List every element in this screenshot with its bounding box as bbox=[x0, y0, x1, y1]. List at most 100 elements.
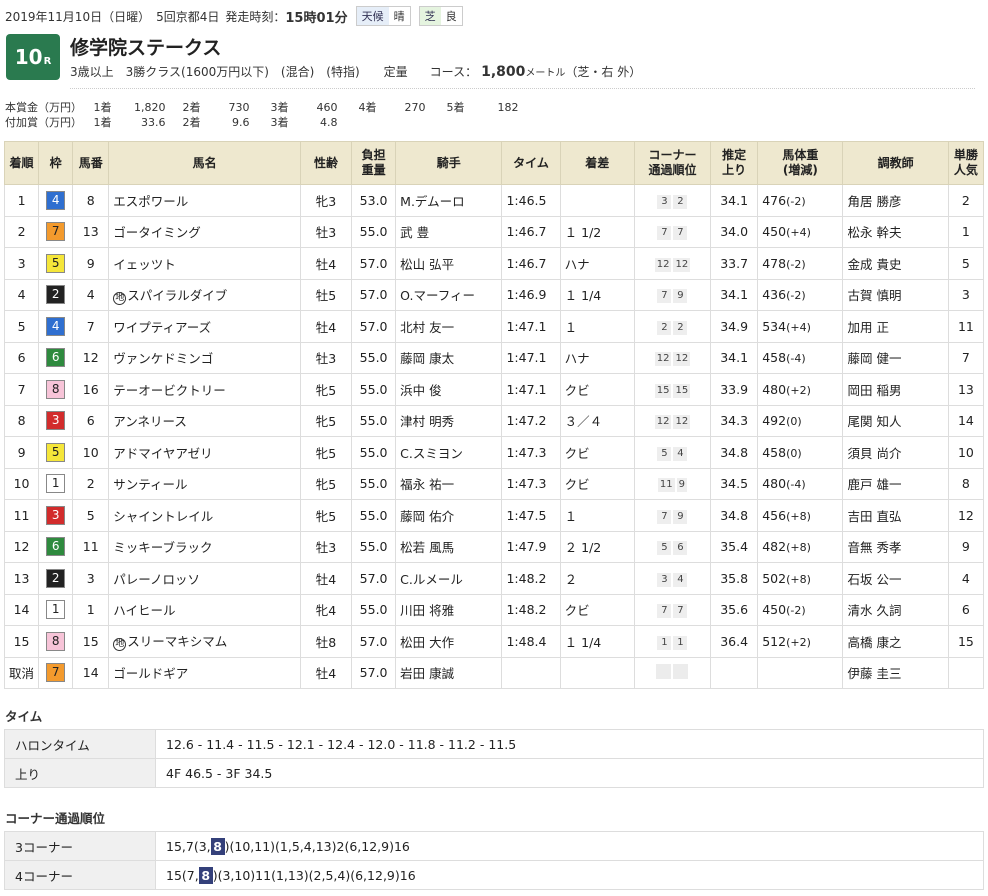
table-row: 9 5 10 アドマイヤアゼリ 牝5 55.0 C.スミヨン 1:47.3 クビ 5 4 34.8 45… bbox=[3, 436, 985, 469]
corner4-order: 15(7, 8)(3,10)11(1,13)(2,5,4)(6,12,9)16 bbox=[155, 860, 984, 890]
last-3f: 34.8 bbox=[710, 436, 759, 469]
trainer: 松永 幹夫 bbox=[842, 215, 949, 248]
margin: ３／４ bbox=[559, 404, 635, 437]
body-weight: 450(-2) bbox=[757, 593, 844, 626]
finish-time bbox=[501, 656, 561, 689]
corner-badges: 34 bbox=[657, 572, 688, 587]
corner-position: 2 bbox=[657, 320, 672, 335]
horse-number: 3 bbox=[72, 562, 110, 595]
trainer: 音無 秀孝 bbox=[842, 530, 949, 563]
corner-badges: 77 bbox=[657, 604, 688, 619]
horse-name-link[interactable]: パレーノロッソ bbox=[113, 572, 200, 587]
table-row: 14 1 1 ハイヒール 牝4 55.0 川田 将雅 1:48.2 クビ 7 7 35.6 450(-2… bbox=[3, 593, 985, 626]
trainer: 角居 勝彦 bbox=[842, 184, 949, 217]
body-weight-change: (+8) bbox=[786, 509, 811, 523]
waku-badge: 4 bbox=[46, 190, 66, 210]
horse-name-link[interactable]: ワイプティアーズ bbox=[113, 320, 211, 335]
horse-name-link[interactable]: シャイントレイル bbox=[113, 509, 213, 524]
time-section-title: タイム bbox=[5, 709, 43, 724]
waku-badge: 5 bbox=[46, 442, 66, 462]
prize-place: 3着 bbox=[270, 116, 289, 129]
last-3f: 34.0 bbox=[710, 215, 759, 248]
corner4-row: 4コーナー 15(7, 8)(3,10)11(1,13)(2,5,4)(6,12,… bbox=[4, 860, 984, 890]
corner-positions: 34 bbox=[633, 562, 712, 595]
corner-badges: 79 bbox=[657, 509, 688, 524]
corner-position: 11 bbox=[657, 478, 675, 493]
corner-position: 12 bbox=[654, 257, 672, 272]
finish-position: 13 bbox=[3, 562, 40, 595]
waku-badge: 7 bbox=[46, 663, 66, 683]
prize-place: 3着 bbox=[270, 101, 289, 114]
jockey: 武 豊 bbox=[395, 215, 503, 248]
horse-name-link[interactable]: ヴァンケドミンゴ bbox=[113, 351, 213, 366]
horse-number: 11 bbox=[72, 530, 110, 563]
waku-cell: 4 bbox=[38, 184, 74, 217]
finish-time: 1:47.9 bbox=[501, 530, 561, 563]
horse-name-link[interactable]: ゴータイミング bbox=[113, 225, 201, 240]
sex-age: 牡4 bbox=[299, 247, 353, 280]
track-condition: 良 bbox=[440, 7, 462, 25]
waku-cell: 6 bbox=[38, 341, 74, 374]
waku-cell: 8 bbox=[38, 625, 74, 658]
horse-name-link[interactable]: スリーマキシマム bbox=[127, 634, 227, 649]
margin: １ 1/4 bbox=[559, 625, 635, 658]
race-number-badge: 10 R bbox=[6, 34, 60, 80]
last-3f: 34.1 bbox=[710, 184, 759, 217]
finish-time: 1:47.1 bbox=[501, 373, 561, 406]
corner-badges: 56 bbox=[657, 541, 688, 556]
corner-position: 4 bbox=[673, 572, 688, 587]
col-header-horse-number: 馬番 bbox=[72, 141, 110, 185]
body-weight: 478(-2) bbox=[757, 247, 844, 280]
trainer: 鹿戸 雄一 bbox=[842, 467, 949, 500]
horse-number: 16 bbox=[72, 373, 110, 406]
col-header-corner: コーナー 通過順位 bbox=[633, 141, 712, 185]
horse-name-link[interactable]: アンネリース bbox=[113, 414, 187, 429]
main-prize-label: 本賞金（万円） bbox=[5, 101, 82, 114]
track-badge: 芝 良 bbox=[418, 6, 463, 26]
popularity: 6 bbox=[947, 593, 985, 626]
horse-name-link[interactable]: テーオービクトリー bbox=[113, 383, 226, 398]
corner-positions: 56 bbox=[633, 530, 712, 563]
prize-amount: 270 bbox=[404, 101, 426, 114]
horse-name-link[interactable]: スパイラルダイブ bbox=[127, 288, 227, 303]
sex-age: 牡4 bbox=[299, 656, 353, 689]
corner-position: 7 bbox=[673, 226, 688, 241]
corner-position: 5 bbox=[657, 446, 672, 461]
horse-name-link[interactable]: エスポワール bbox=[113, 194, 188, 209]
body-weight-value: 458 bbox=[762, 350, 787, 366]
waku-cell: 8 bbox=[38, 373, 74, 406]
col-header-body-weight: 馬体重 (増減) bbox=[757, 141, 844, 185]
weight-carried: 55.0 bbox=[351, 404, 397, 437]
trainer: 須貝 尚介 bbox=[842, 436, 949, 469]
popularity: 8 bbox=[947, 467, 985, 500]
corner-badges bbox=[656, 663, 689, 679]
horse-name-link[interactable]: ミッキーブラック bbox=[113, 540, 212, 555]
horse-name-link[interactable]: イェッツト bbox=[113, 257, 176, 272]
horse-number: 10 bbox=[72, 436, 110, 469]
corner-position: 2 bbox=[673, 194, 688, 209]
last-3f: 35.8 bbox=[710, 562, 759, 595]
horse-name-link[interactable]: サンティール bbox=[113, 477, 187, 492]
waku-cell: 1 bbox=[38, 467, 74, 500]
finish-position: 6 bbox=[3, 341, 40, 374]
waku-badge: 8 bbox=[46, 379, 66, 399]
margin bbox=[559, 184, 635, 217]
col-header-trainer: 調教師 bbox=[842, 141, 949, 185]
corner3-pre: 15,7(3, bbox=[166, 838, 211, 854]
horse-name-link[interactable]: ゴールドギア bbox=[113, 666, 188, 681]
horse-number: 13 bbox=[72, 215, 110, 248]
horse-name-link[interactable]: ハイヒール bbox=[113, 603, 175, 618]
prize-place: 4着 bbox=[358, 101, 377, 114]
corner-position: 12 bbox=[654, 352, 672, 367]
horse-name: ハイヒール bbox=[108, 593, 301, 626]
finish-position: 5 bbox=[3, 310, 40, 343]
final-row: 上り 4F 46.5 - 3F 34.5 bbox=[4, 758, 984, 788]
horse-name-link[interactable]: アドマイヤアゼリ bbox=[113, 446, 212, 461]
corner-positions: 54 bbox=[633, 436, 712, 469]
finish-position: 4 bbox=[3, 278, 40, 311]
last-3f: 35.4 bbox=[710, 530, 759, 563]
corner-position: 2 bbox=[673, 320, 688, 335]
finish-time: 1:47.3 bbox=[501, 467, 561, 500]
sex-age: 牡3 bbox=[299, 341, 353, 374]
horse-number: 1 bbox=[72, 593, 110, 626]
